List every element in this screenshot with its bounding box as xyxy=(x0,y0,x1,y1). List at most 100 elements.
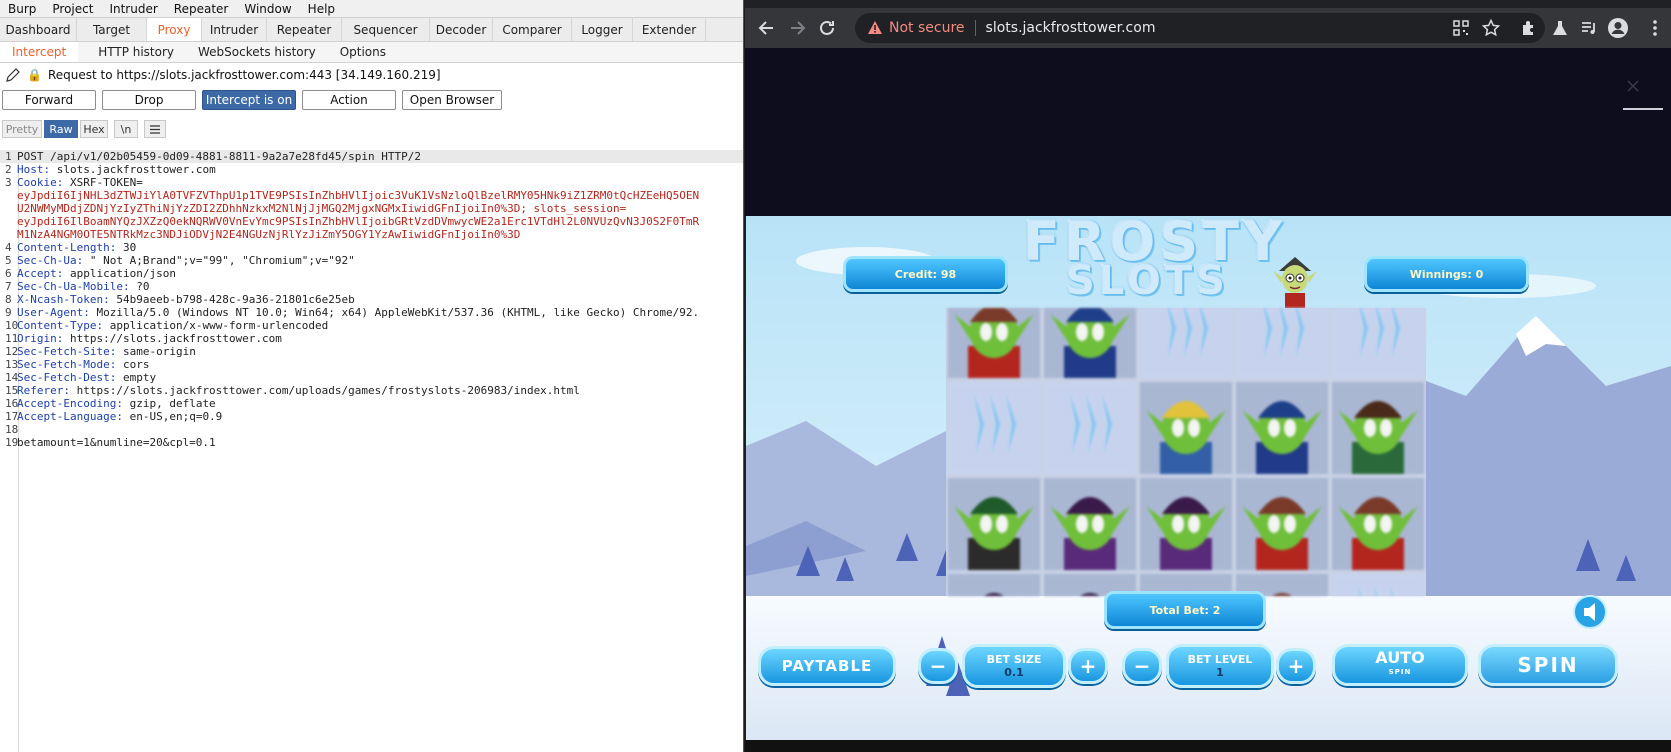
request-line[interactable]: eyJpdiI6IjNHL3dZTWJiYlA0TVFZVThpU1p1TVE9… xyxy=(0,189,743,202)
bet-size-plus-button[interactable]: + xyxy=(1068,648,1108,684)
request-line[interactable]: M1NzA4NGM0OTE5NTRkMzc3NDJiODVjN2E4NGUzNj… xyxy=(0,228,743,241)
bet-size-minus-button[interactable]: − xyxy=(918,648,958,684)
request-line[interactable]: 3 Cookie: XSRF-TOKEN= xyxy=(0,176,743,189)
drop-button[interactable]: Drop xyxy=(102,90,196,110)
menu-help[interactable]: Help xyxy=(300,2,343,16)
pretty-view-button[interactable]: Pretty xyxy=(2,120,42,138)
line-number: 8 xyxy=(5,293,12,306)
line-number: 14 xyxy=(5,371,19,384)
tab-intruder[interactable]: Intruder xyxy=(202,18,267,41)
subtab-intercept[interactable]: Intercept xyxy=(0,42,79,62)
subtab-options[interactable]: Options xyxy=(328,42,398,62)
browser-window: Not secure slots.jackfrosttower.com FROS… xyxy=(745,0,1671,752)
header-name: Accept xyxy=(17,267,57,280)
newline-toggle-button[interactable]: \n xyxy=(114,120,138,138)
bookmark-star-icon[interactable] xyxy=(1482,19,1500,37)
line-number: 9 xyxy=(5,306,12,319)
total-bet-display: Total Bet: 2 xyxy=(1104,591,1266,629)
bet-level-label: BET LEVEL xyxy=(1187,653,1253,666)
tab-dashboard[interactable]: Dashboard xyxy=(0,18,77,41)
profile-avatar-icon[interactable] xyxy=(1607,17,1629,39)
reel-grid[interactable] xyxy=(946,286,1426,666)
main-tabs: Dashboard Target Proxy Intruder Repeater… xyxy=(0,17,743,42)
bet-level-minus-button[interactable]: − xyxy=(1122,648,1162,684)
request-line[interactable]: 8 X-Ncash-Token: 54b9aeeb-b798-428c-9a36-… xyxy=(0,293,743,306)
line-value: en-US,en;q=0.9 xyxy=(122,410,223,423)
menu-window[interactable]: Window xyxy=(236,2,299,16)
tab-logger[interactable]: Logger xyxy=(572,18,633,41)
request-line[interactable]: 10Content-Type: application/x-www-form-u… xyxy=(0,319,743,332)
subtab-websockets-history[interactable]: WebSockets history xyxy=(186,42,328,62)
tab-decoder[interactable]: Decoder xyxy=(430,18,493,41)
paytable-button[interactable]: PAYTABLE xyxy=(758,646,896,686)
request-line[interactable]: eyJpdiI6IlBoamNYQzJXZzQ0ekNQRWV0VnEvYmc9… xyxy=(0,215,743,228)
menu-repeater[interactable]: Repeater xyxy=(166,2,237,16)
open-browser-button[interactable]: Open Browser xyxy=(402,90,502,110)
request-line[interactable]: 19betamount=1&numline=20&cpl=0.1 xyxy=(0,436,743,449)
header-name: X-Ncash-Token xyxy=(17,293,104,306)
request-line[interactable]: 11Origin: https://slots.jackfrosttower.c… xyxy=(0,332,743,345)
warning-icon[interactable] xyxy=(867,20,883,36)
request-line[interactable]: 13Sec-Fetch-Mode: cors xyxy=(0,358,743,371)
flask-extension-icon[interactable] xyxy=(1551,19,1569,37)
subtab-http-history[interactable]: HTTP history xyxy=(78,42,186,62)
request-line[interactable]: 16Accept-Encoding: gzip, deflate xyxy=(0,397,743,410)
intercept-toggle-button[interactable]: Intercept is on xyxy=(202,90,296,110)
tab-sequencer[interactable]: Sequencer xyxy=(342,18,430,41)
bet-size-label: BET SIZE xyxy=(986,653,1042,666)
request-line[interactable]: 15Referer: https://slots.jackfrosttower.… xyxy=(0,384,743,397)
bet-size-value: 0.1 xyxy=(1004,666,1024,679)
slots-game[interactable]: FROSTY SLOTS Credit: 98 Winnings: 0 Tota… xyxy=(746,216,1671,740)
spin-button[interactable]: SPIN xyxy=(1478,644,1618,686)
more-options-icon[interactable] xyxy=(1645,18,1665,38)
hamburger-icon[interactable] xyxy=(144,120,166,138)
extensions-puzzle-icon[interactable] xyxy=(1520,19,1538,37)
tab-repeater[interactable]: Repeater xyxy=(267,18,342,41)
line-value: https://slots.jackfrosttower.com/uploads… xyxy=(69,384,580,397)
pencil-icon[interactable] xyxy=(5,67,21,83)
reel-symbol-elf xyxy=(1332,478,1424,570)
request-line[interactable]: 5 Sec-Ch-Ua: " Not A;Brand";v="99", "Chro… xyxy=(0,254,743,267)
request-line[interactable]: 6 Accept: application/json xyxy=(0,267,743,280)
request-line[interactable]: 17Accept-Language: en-US,en;q=0.9 xyxy=(0,410,743,423)
auto-spin-button[interactable]: AUTO SPIN xyxy=(1332,644,1468,686)
header-name: Origin xyxy=(17,332,57,345)
menu-burp[interactable]: Burp xyxy=(0,2,44,16)
bet-level-plus-button[interactable]: + xyxy=(1276,648,1316,684)
request-line[interactable]: 18 xyxy=(0,423,743,436)
media-queue-icon[interactable] xyxy=(1580,19,1598,37)
request-line[interactable]: 2 Host: slots.jackfrosttower.com xyxy=(0,163,743,176)
forward-button[interactable]: Forward xyxy=(2,90,96,110)
forward-icon[interactable] xyxy=(787,18,807,38)
request-editor[interactable]: 1 POST /api/v1/02b05459-0d09-4881-8811-9a… xyxy=(0,150,743,752)
action-button[interactable]: Action xyxy=(302,90,396,110)
request-line[interactable]: 9 User-Agent: Mozilla/5.0 (Windows NT 10.… xyxy=(0,306,743,319)
request-line[interactable]: 12Sec-Fetch-Site: same-origin xyxy=(0,345,743,358)
security-status[interactable]: Not secure xyxy=(889,20,965,36)
line-value: XSRF-TOKEN= xyxy=(63,176,143,189)
qr-code-icon[interactable] xyxy=(1453,20,1469,36)
address-bar[interactable]: Not secure slots.jackfrosttower.com xyxy=(855,13,1545,43)
request-line[interactable]: 4 Content-Length: 30 xyxy=(0,241,743,254)
raw-view-button[interactable]: Raw xyxy=(44,120,78,138)
close-icon[interactable] xyxy=(1625,78,1641,94)
request-line[interactable]: 1 POST /api/v1/02b05459-0d09-4881-8811-9a… xyxy=(0,150,743,163)
url-text[interactable]: slots.jackfrosttower.com xyxy=(986,20,1156,36)
menu-project[interactable]: Project xyxy=(44,2,101,16)
tab-comparer[interactable]: Comparer xyxy=(493,18,572,41)
tab-extender[interactable]: Extender xyxy=(633,18,706,41)
back-icon[interactable] xyxy=(757,18,777,38)
request-line[interactable]: U2NWMyMDdjZDNjYzIyZThiNjYzZDI2ZDhhNzkxM2… xyxy=(0,202,743,215)
reload-icon[interactable] xyxy=(817,18,837,38)
reel-symbol-elf xyxy=(1140,478,1232,570)
sound-toggle-icon[interactable] xyxy=(1572,594,1608,630)
hex-view-button[interactable]: Hex xyxy=(80,120,108,138)
request-line[interactable]: 7 Sec-Ch-Ua-Mobile: ?0 xyxy=(0,280,743,293)
request-line[interactable]: 14Sec-Fetch-Dest: empty xyxy=(0,371,743,384)
tab-target[interactable]: Target xyxy=(77,18,147,41)
reel-symbol-elf xyxy=(1140,382,1232,474)
line-number: 18 xyxy=(5,423,19,436)
line-number: 16 xyxy=(5,397,19,410)
menu-intruder[interactable]: Intruder xyxy=(101,2,165,16)
tab-proxy[interactable]: Proxy xyxy=(147,18,202,41)
